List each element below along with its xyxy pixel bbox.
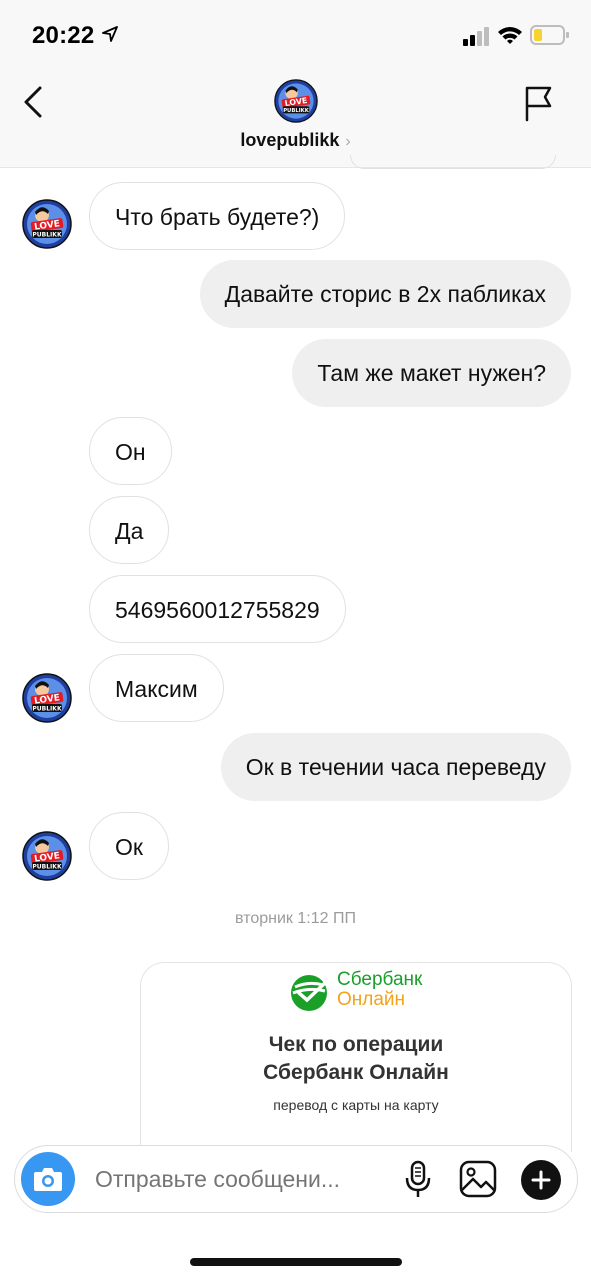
chat-username[interactable]: lovepublikk ›: [0, 130, 591, 151]
chat-header: LOVE PUBLIKK lovepublikk ›: [0, 68, 591, 168]
wifi-icon: [498, 27, 522, 44]
back-chevron-icon[interactable]: [18, 84, 50, 120]
gallery-icon[interactable]: [459, 1160, 497, 1198]
microphone-icon[interactable]: [403, 1160, 433, 1200]
sender-avatar[interactable]: LOVE PUBLIKK: [22, 831, 72, 881]
home-indicator: [190, 1258, 402, 1266]
message-bubble-incoming[interactable]: Максим: [89, 654, 224, 722]
svg-text:PUBLIKK: PUBLIKK: [32, 232, 62, 239]
message-bubble-incoming[interactable]: Он: [89, 417, 172, 485]
previous-message-bubble: [350, 155, 556, 169]
sender-avatar[interactable]: LOVE PUBLIKK: [22, 673, 72, 723]
receipt-title-line1: Чек по операции: [268, 1033, 444, 1056]
sberbank-logo-icon: [291, 975, 328, 1011]
plus-button[interactable]: [521, 1160, 561, 1200]
message-bubble-outgoing[interactable]: Ок в течении часа переведу: [220, 733, 571, 801]
sender-avatar[interactable]: LOVE PUBLIKK: [22, 199, 72, 249]
header-avatar[interactable]: LOVE PUBLIKK: [274, 79, 318, 123]
sberbank-brand-online: Онлайн: [337, 989, 406, 1010]
location-arrow-icon: [102, 26, 118, 42]
receipt-title-line2: Сбербанк Онлайн: [263, 1061, 449, 1084]
flag-icon[interactable]: [520, 84, 556, 124]
message-bubble-incoming[interactable]: 5469560012755829: [89, 575, 346, 643]
receipt-subtitle: перевод с карты на карту: [273, 1097, 439, 1113]
sberbank-brand-name: Сбербанк: [337, 969, 423, 990]
message-bubble-outgoing[interactable]: Там же макет нужен?: [292, 339, 571, 407]
svg-text:PUBLIKK: PUBLIKK: [283, 108, 310, 114]
status-time: 20:22: [32, 22, 95, 49]
message-bubble-incoming[interactable]: Что брать будете?): [89, 182, 346, 250]
plus-icon: [531, 1170, 551, 1190]
message-timestamp: вторник 1:12 ПП: [235, 910, 356, 927]
svg-text:PUBLIKK: PUBLIKK: [32, 706, 62, 713]
signal-icon: [463, 27, 489, 46]
receipt-title: Чек по операции Сбербанк Онлайн: [141, 1031, 571, 1087]
username-text: lovepublikk: [240, 130, 340, 150]
message-bubble-incoming[interactable]: Да: [89, 496, 170, 564]
chevron-right-icon: ›: [345, 133, 351, 150]
camera-icon: [34, 1168, 62, 1191]
svg-text:PUBLIKK: PUBLIKK: [32, 864, 62, 871]
battery-icon: [530, 25, 569, 45]
message-composer: [14, 1145, 578, 1213]
message-input[interactable]: [95, 1164, 395, 1194]
message-bubble-incoming[interactable]: Ок: [89, 812, 169, 880]
camera-button[interactable]: [21, 1152, 75, 1206]
status-bar: 20:22: [0, 0, 591, 68]
receipt-image-message[interactable]: Сбербанк Онлайн Чек по операции Сбербанк…: [140, 962, 572, 1152]
message-bubble-outgoing[interactable]: Давайте сторис в 2х пабликах: [199, 260, 571, 328]
